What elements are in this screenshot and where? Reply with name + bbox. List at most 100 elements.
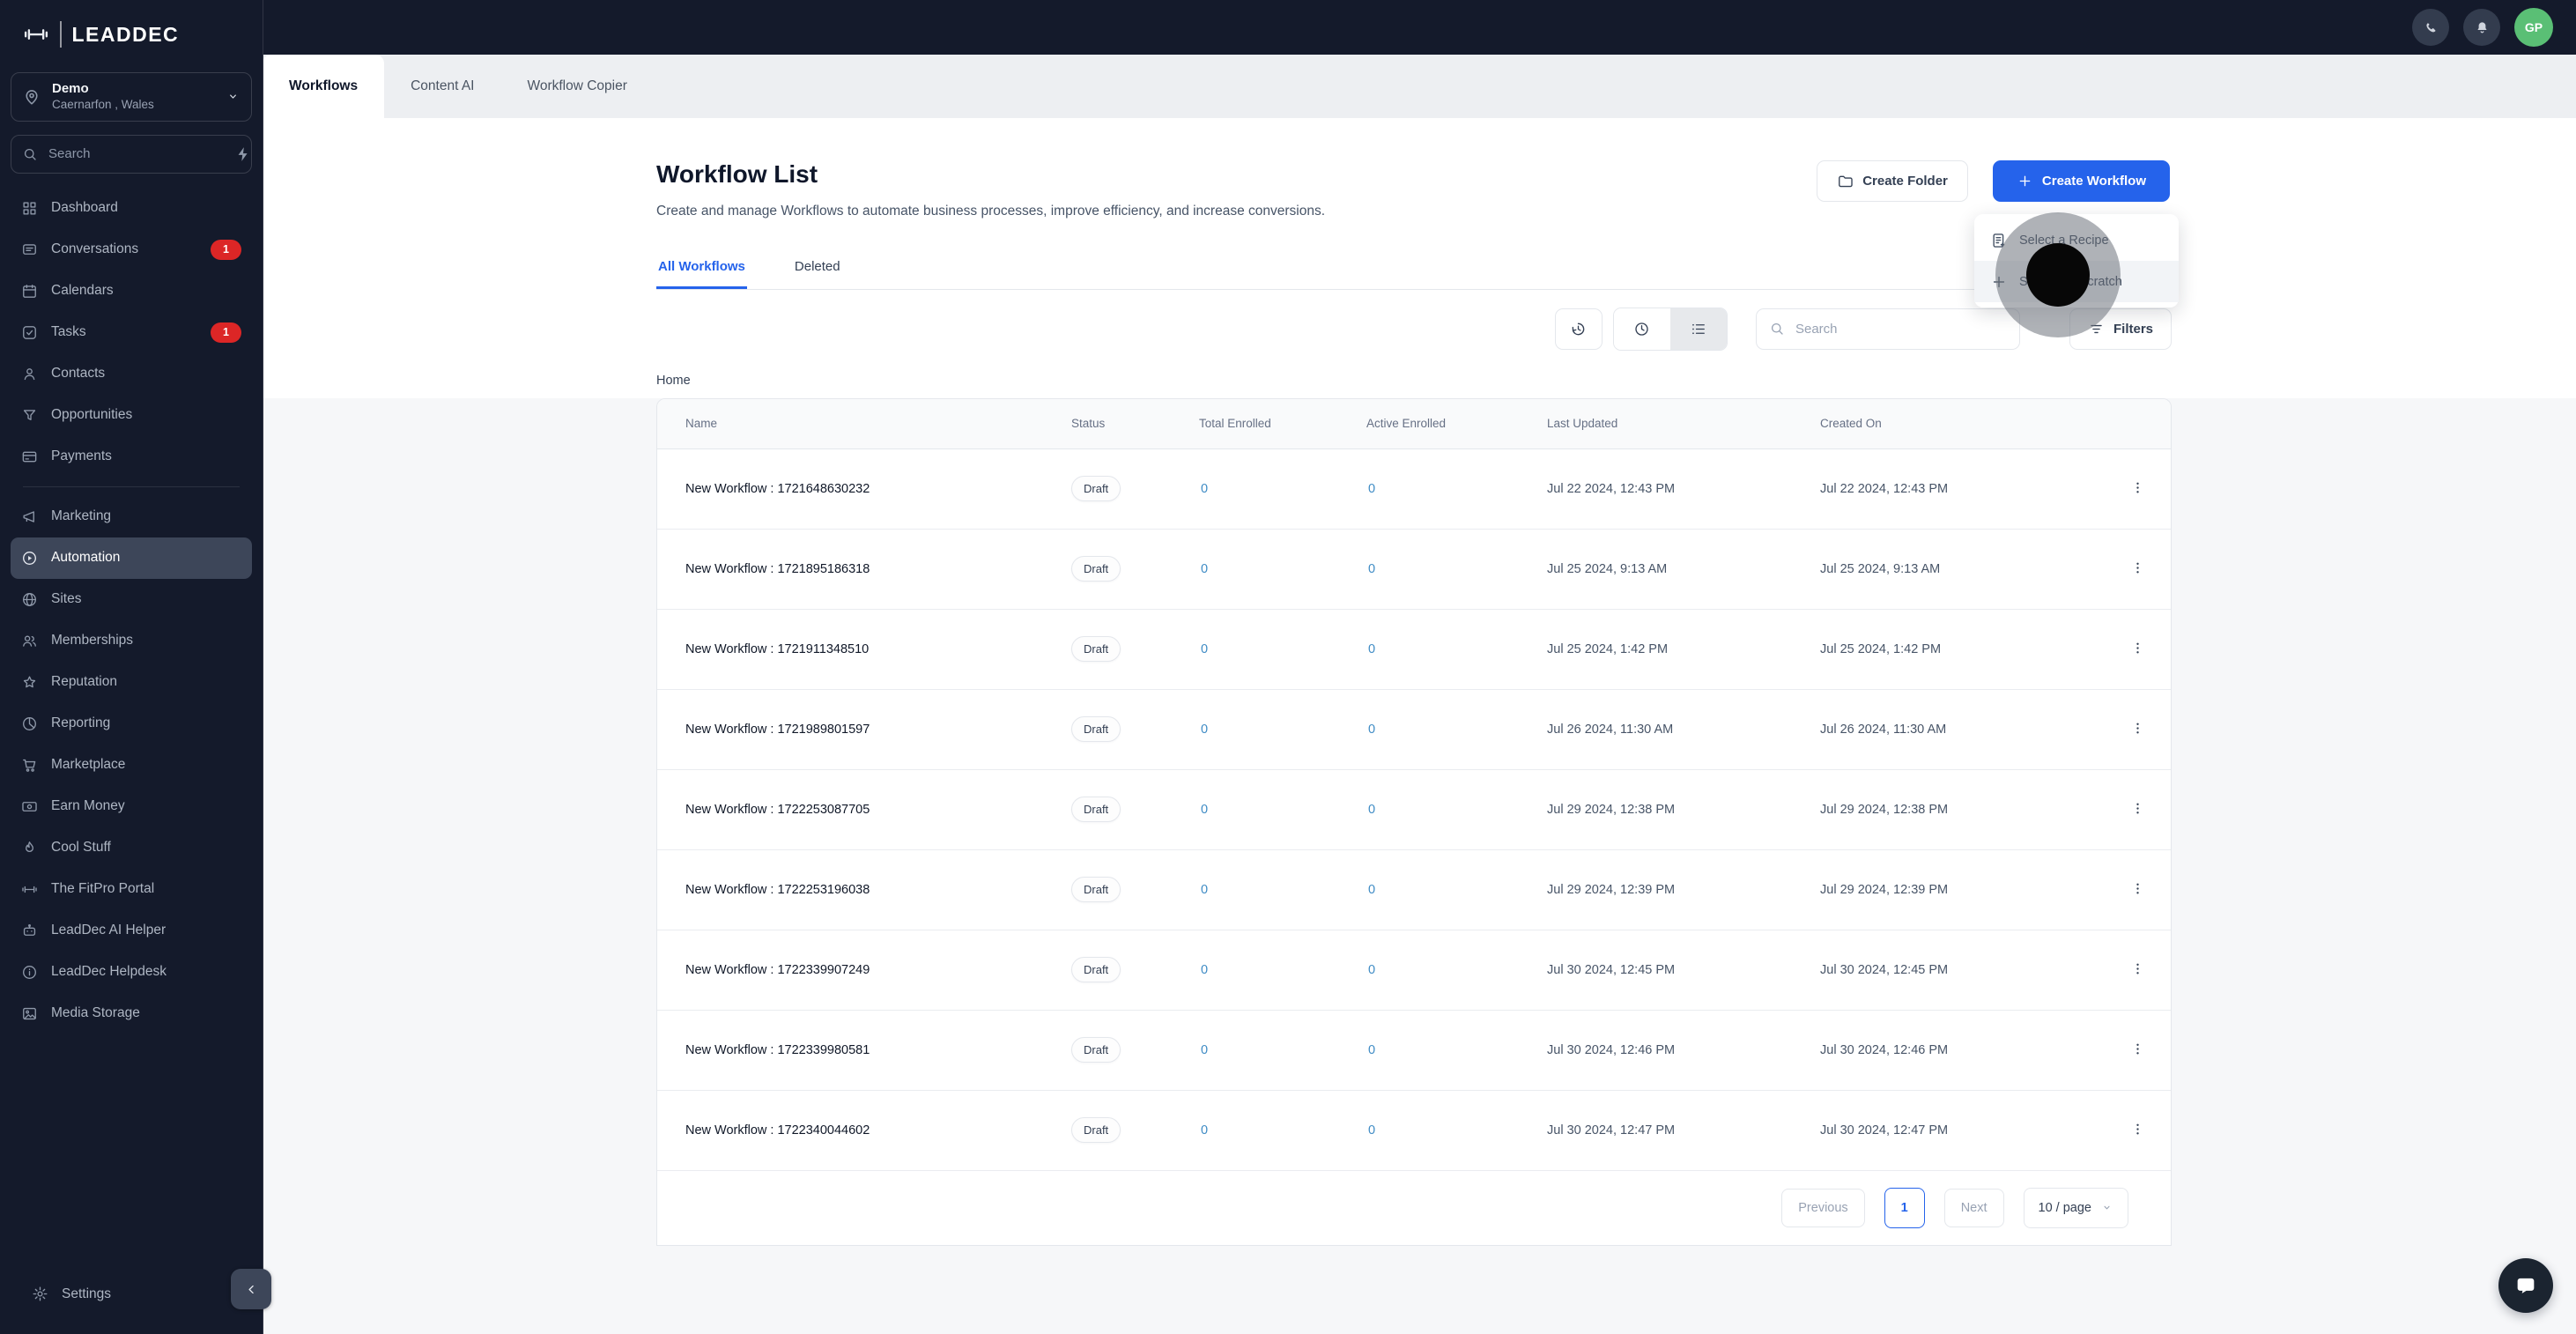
enrollment-history-button[interactable] <box>1554 308 1603 350</box>
sidebar-item-opportunities[interactable]: Opportunities <box>11 395 252 436</box>
table-row[interactable]: New Workflow : 1722253196038 Draft 0 0 J… <box>657 849 2171 930</box>
sidebar-item-helpdesk[interactable]: LeadDec Helpdesk <box>11 952 252 993</box>
row-actions-button[interactable] <box>2124 474 2151 504</box>
sidebar-search-input[interactable] <box>47 145 226 163</box>
tab-deleted[interactable]: Deleted <box>793 250 842 289</box>
active-enrolled-value[interactable]: 0 <box>1366 482 1547 496</box>
tab-all-workflows[interactable]: All Workflows <box>656 250 747 289</box>
workflow-search[interactable] <box>1755 308 2020 350</box>
table-row[interactable]: New Workflow : 1721895186318 Draft 0 0 J… <box>657 529 2171 610</box>
workflow-name[interactable]: New Workflow : 1721911348510 <box>685 642 1071 656</box>
row-actions-button[interactable] <box>2124 795 2151 825</box>
active-enrolled-value[interactable]: 0 <box>1366 562 1547 576</box>
sidebar-item-payments[interactable]: Payments <box>11 436 252 478</box>
notifications-button[interactable] <box>2463 9 2500 46</box>
active-enrolled-value[interactable]: 0 <box>1366 723 1547 737</box>
row-actions-button[interactable] <box>2124 634 2151 664</box>
sidebar-item-dashboard[interactable]: Dashboard <box>11 188 252 229</box>
chat-launcher-button[interactable] <box>2498 1258 2553 1313</box>
breadcrumb[interactable]: Home <box>656 374 2576 388</box>
total-enrolled-value[interactable]: 0 <box>1199 963 1366 977</box>
total-enrolled-value[interactable]: 0 <box>1199 642 1366 656</box>
sidebar-item-calendars[interactable]: Calendars <box>11 271 252 312</box>
row-actions-button[interactable] <box>2124 1115 2151 1145</box>
sidebar-item-marketplace[interactable]: Marketplace <box>11 745 252 786</box>
workflow-name[interactable]: New Workflow : 1721895186318 <box>685 562 1071 576</box>
sidebar-collapse-button[interactable] <box>231 1269 271 1309</box>
tab-workflows[interactable]: Workflows <box>263 55 385 118</box>
active-enrolled-value[interactable]: 0 <box>1366 963 1547 977</box>
total-enrolled-value[interactable]: 0 <box>1199 1123 1366 1138</box>
active-enrolled-value[interactable]: 0 <box>1366 883 1547 897</box>
menu-item-select-recipe[interactable]: Select a Recipe <box>1974 219 2179 261</box>
sidebar-item-memberships[interactable]: Memberships <box>11 620 252 662</box>
quick-actions-bolt-icon[interactable] <box>234 145 252 163</box>
column-header-status[interactable]: Status <box>1071 417 1199 430</box>
total-enrolled-value[interactable]: 0 <box>1199 1043 1366 1057</box>
workflow-name[interactable]: New Workflow : 1721989801597 <box>685 723 1071 737</box>
table-row[interactable]: New Workflow : 1721648630232 Draft 0 0 J… <box>657 448 2171 530</box>
filters-button[interactable]: Filters <box>2069 308 2172 350</box>
sidebar-item-conversations[interactable]: Conversations 1 <box>11 229 252 271</box>
workflow-name[interactable]: New Workflow : 1722253087705 <box>685 803 1071 817</box>
page-size-select[interactable]: 10 / page <box>2023 1187 2128 1228</box>
sidebar-item-sites[interactable]: Sites <box>11 579 252 620</box>
workflow-name[interactable]: New Workflow : 1722339907249 <box>685 963 1071 977</box>
avatar[interactable]: GP <box>2514 8 2553 47</box>
workflow-name[interactable]: New Workflow : 1722340044602 <box>685 1123 1071 1138</box>
recent-view-button[interactable] <box>1613 308 1670 350</box>
previous-page-button[interactable]: Previous <box>1781 1188 1865 1227</box>
table-row[interactable]: New Workflow : 1722253087705 Draft 0 0 J… <box>657 769 2171 850</box>
total-enrolled-value[interactable]: 0 <box>1199 562 1366 576</box>
row-actions-button[interactable] <box>2124 1035 2151 1065</box>
column-header-last-updated[interactable]: Last Updated <box>1547 417 1820 430</box>
sidebar-item-cool-stuff[interactable]: Cool Stuff <box>11 827 252 869</box>
page-number-1[interactable]: 1 <box>1884 1187 1925 1228</box>
tab-workflow-copier[interactable]: Workflow Copier <box>500 55 653 118</box>
workflow-search-input[interactable] <box>1793 320 2007 337</box>
row-actions-button[interactable] <box>2124 875 2151 905</box>
column-header-total-enrolled[interactable]: Total Enrolled <box>1199 417 1366 430</box>
sidebar-item-marketing[interactable]: Marketing <box>11 496 252 537</box>
sidebar-item-tasks[interactable]: Tasks 1 <box>11 312 252 353</box>
sidebar-item-automation[interactable]: Automation <box>11 537 252 579</box>
active-enrolled-value[interactable]: 0 <box>1366 803 1547 817</box>
table-row[interactable]: New Workflow : 1722339980581 Draft 0 0 J… <box>657 1010 2171 1091</box>
active-enrolled-value[interactable]: 0 <box>1366 642 1547 656</box>
sidebar-item-ai-helper[interactable]: LeadDec AI Helper <box>11 910 252 952</box>
column-header-active-enrolled[interactable]: Active Enrolled <box>1366 417 1547 430</box>
table-row[interactable]: New Workflow : 1721911348510 Draft 0 0 J… <box>657 609 2171 690</box>
active-enrolled-value[interactable]: 0 <box>1366 1123 1547 1138</box>
create-workflow-button[interactable]: Create Workflow <box>1992 160 2170 202</box>
table-row[interactable]: New Workflow : 1722339907249 Draft 0 0 J… <box>657 930 2171 1011</box>
sidebar-item-contacts[interactable]: Contacts <box>11 353 252 395</box>
next-page-button[interactable]: Next <box>1943 1188 2004 1227</box>
column-header-name[interactable]: Name <box>685 417 1071 430</box>
sidebar-item-fitpro-portal[interactable]: The FitPro Portal <box>11 869 252 910</box>
total-enrolled-value[interactable]: 0 <box>1199 723 1366 737</box>
total-enrolled-value[interactable]: 0 <box>1199 482 1366 496</box>
column-header-created-on[interactable]: Created On <box>1820 417 2124 430</box>
sidebar-item-reputation[interactable]: Reputation <box>11 662 252 703</box>
tab-content-ai[interactable]: Content AI <box>384 55 500 118</box>
sidebar-search[interactable] <box>11 134 252 174</box>
row-actions-button[interactable] <box>2124 715 2151 745</box>
workflow-name[interactable]: New Workflow : 1722339980581 <box>685 1043 1071 1057</box>
active-enrolled-value[interactable]: 0 <box>1366 1043 1547 1057</box>
list-view-button[interactable] <box>1669 308 1727 350</box>
table-row[interactable]: New Workflow : 1721989801597 Draft 0 0 J… <box>657 689 2171 770</box>
row-actions-button[interactable] <box>2124 955 2151 985</box>
create-folder-button[interactable]: Create Folder <box>1817 160 1968 202</box>
table-row[interactable]: New Workflow : 1722340044602 Draft 0 0 J… <box>657 1090 2171 1171</box>
total-enrolled-value[interactable]: 0 <box>1199 883 1366 897</box>
phone-button[interactable] <box>2412 9 2449 46</box>
menu-item-start-from-scratch[interactable]: Start from Scratch <box>1974 261 2179 302</box>
workflow-name[interactable]: New Workflow : 1721648630232 <box>685 482 1071 496</box>
sidebar-item-earn-money[interactable]: Earn Money <box>11 786 252 827</box>
sidebar-item-reporting[interactable]: Reporting <box>11 703 252 745</box>
row-actions-button[interactable] <box>2124 554 2151 584</box>
location-switcher[interactable]: Demo Caernarfon , Wales <box>11 72 252 122</box>
total-enrolled-value[interactable]: 0 <box>1199 803 1366 817</box>
sidebar-item-media-storage[interactable]: Media Storage <box>11 993 252 1034</box>
sidebar-item-settings[interactable]: Settings <box>21 1273 241 1315</box>
